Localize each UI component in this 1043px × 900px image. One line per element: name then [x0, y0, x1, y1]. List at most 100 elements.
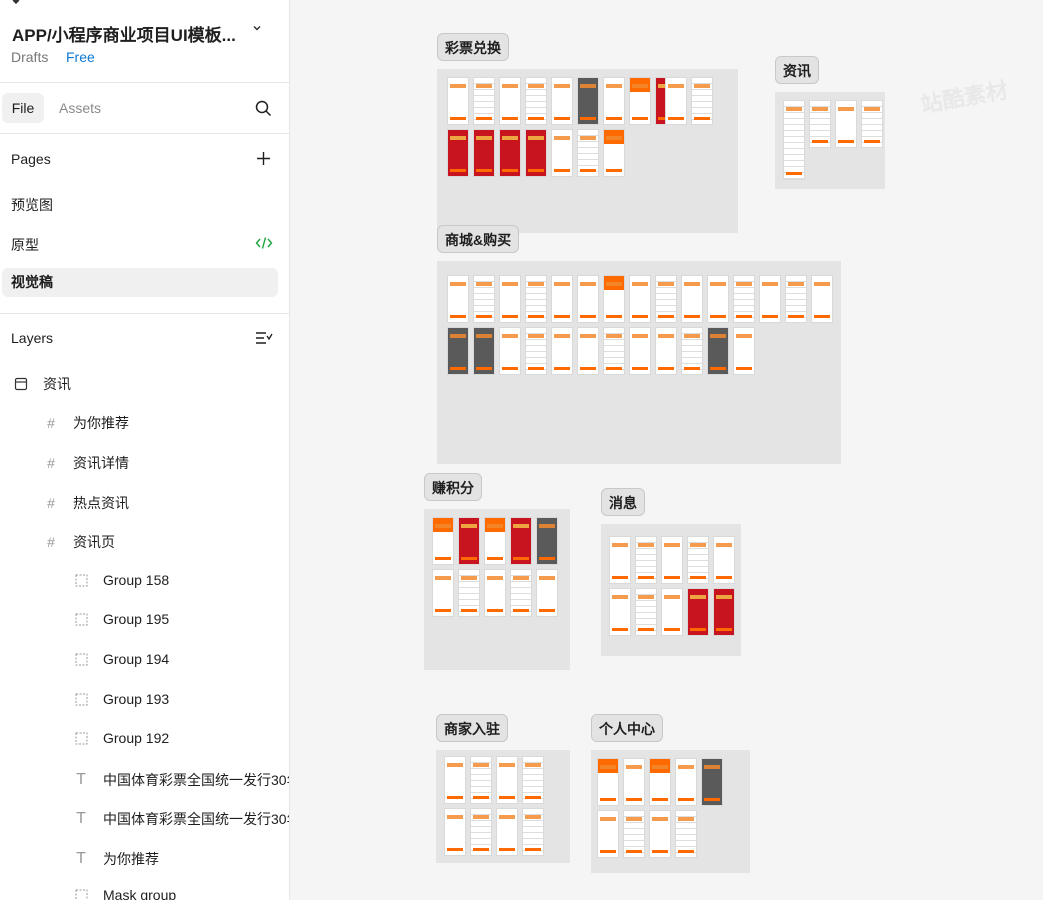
layer-options-icon[interactable]: [255, 330, 273, 346]
screen-thumb: [603, 129, 625, 177]
screen-thumb: [551, 327, 573, 375]
section-profile[interactable]: [591, 750, 750, 873]
screen-thumb: [707, 327, 729, 375]
screen-thumb: [499, 275, 521, 323]
section-label-points[interactable]: 赚积分: [424, 473, 482, 501]
page-item-visual[interactable]: 视觉稿: [2, 268, 278, 297]
text-icon: T: [76, 850, 86, 867]
screen-thumb: [655, 327, 677, 375]
drafts-location[interactable]: Drafts: [11, 49, 48, 65]
screen-thumb: [536, 517, 558, 565]
screen-thumb: [522, 756, 544, 804]
page-item-prototype[interactable]: 原型: [11, 235, 39, 255]
canvas[interactable]: 彩票兑换 资讯 商城&购买 赚积分 消息 商家入驻 个人中心 站酷素材: [290, 0, 1043, 900]
chevron-down-icon[interactable]: [252, 22, 262, 36]
screen-thumb: [603, 77, 625, 125]
section-label-profile[interactable]: 个人中心: [591, 714, 663, 742]
layer-item[interactable]: Group 158: [73, 572, 169, 588]
screen-thumb: [675, 810, 697, 858]
layer-item[interactable]: T 为你推荐: [73, 849, 159, 869]
screen-thumb: [577, 327, 599, 375]
screen-thumb: [473, 77, 495, 125]
section-label-merchant[interactable]: 商家入驻: [436, 714, 508, 742]
section-label-lottery[interactable]: 彩票兑换: [437, 33, 509, 61]
layer-item[interactable]: Group 193: [73, 691, 169, 707]
screen-thumb: [473, 275, 495, 323]
screen-thumb: [447, 275, 469, 323]
add-page-icon[interactable]: [255, 150, 272, 167]
screen-thumb: [707, 275, 729, 323]
section-messages[interactable]: [601, 524, 741, 656]
layer-item[interactable]: Group 195: [73, 611, 169, 627]
screen-thumb: [603, 327, 625, 375]
search-icon[interactable]: [254, 99, 272, 117]
left-panel: ◆ APP/小程序商业项目UI模板... Drafts Free File As…: [0, 0, 290, 900]
layer-label: Group 194: [103, 651, 170, 667]
screen-thumb: [525, 275, 547, 323]
layer-item[interactable]: T 中国体育彩票全国统一发行30年: [73, 770, 290, 790]
tab-file[interactable]: File: [2, 93, 44, 123]
layer-label: Group 195: [103, 611, 170, 627]
section-mall[interactable]: [437, 261, 841, 464]
screen-thumb: [609, 588, 631, 636]
screen-thumb: [577, 275, 599, 323]
layer-item[interactable]: # 为你推荐: [43, 413, 129, 433]
screen-thumb: [499, 129, 521, 177]
section-merchant[interactable]: [436, 750, 570, 863]
page-item-preview[interactable]: 预览图: [11, 195, 53, 215]
screen-thumb: [635, 588, 657, 636]
screen-grid: [783, 100, 883, 180]
menu-icon[interactable]: ◆: [10, 0, 22, 5]
group-icon: [73, 651, 89, 667]
tab-assets[interactable]: Assets: [59, 93, 101, 123]
section-label-messages[interactable]: 消息: [601, 488, 645, 516]
screen-thumb: [687, 588, 709, 636]
layer-item[interactable]: # 资讯页: [43, 532, 115, 552]
screen-thumb: [759, 275, 781, 323]
screen-thumb: [458, 517, 480, 565]
screen-grid: [609, 536, 739, 636]
screen-grid: [432, 517, 568, 617]
screen-grid: [597, 758, 747, 858]
screen-thumb: [655, 275, 677, 323]
layer-label: 热点资讯: [73, 495, 129, 511]
screen-thumb: [447, 327, 469, 375]
plan-badge: Free: [66, 49, 95, 65]
watermark: 站酷素材: [918, 77, 1010, 118]
section-label-news[interactable]: 资讯: [775, 56, 819, 84]
screen-thumb: [525, 129, 547, 177]
screen-thumb: [783, 100, 805, 180]
layer-item[interactable]: # 热点资讯: [43, 493, 129, 513]
screen-thumb: [733, 327, 755, 375]
layer-item[interactable]: Mask group: [73, 887, 176, 900]
screen-thumb: [510, 569, 532, 617]
section-lottery[interactable]: [437, 69, 738, 233]
screen-thumb: [785, 275, 807, 323]
layer-item[interactable]: 资讯: [13, 374, 71, 394]
screen-thumb: [473, 129, 495, 177]
layer-item[interactable]: # 资讯详情: [43, 453, 129, 473]
section-news[interactable]: [775, 92, 885, 189]
screen-thumb: [525, 327, 547, 375]
screen-thumb: [629, 327, 651, 375]
screen-thumb: [623, 810, 645, 858]
file-title[interactable]: APP/小程序商业项目UI模板...: [12, 21, 236, 46]
layer-label: 为你推荐: [73, 415, 129, 431]
layer-label: 中国体育彩票全国统一发行30年: [103, 772, 290, 788]
screen-thumb: [577, 77, 599, 125]
group-icon: [73, 887, 89, 900]
layer-label: 资讯: [43, 376, 71, 392]
screen-thumb: [665, 77, 687, 125]
text-icon: T: [76, 810, 86, 827]
section-points[interactable]: [424, 509, 570, 670]
section-label-mall[interactable]: 商城&购买: [437, 225, 520, 253]
screen-thumb: [681, 327, 703, 375]
layer-label: 资讯详情: [73, 455, 129, 471]
layer-item[interactable]: T 中国体育彩票全国统一发行30年: [73, 809, 289, 829]
screen-thumb: [713, 536, 735, 584]
screen-thumb: [681, 275, 703, 323]
layer-label: Mask group: [103, 887, 177, 900]
layer-label: 资讯页: [73, 534, 115, 550]
layer-item[interactable]: Group 194: [73, 651, 169, 667]
layer-item[interactable]: Group 192: [73, 730, 169, 746]
